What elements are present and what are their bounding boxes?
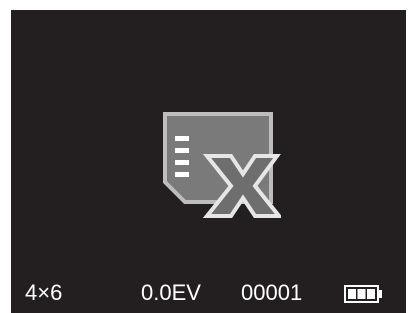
- card-pin: [175, 160, 189, 165]
- card-pin: [175, 172, 189, 177]
- camera-lcd-screen: 4×6 0.0EV 00001: [11, 10, 406, 313]
- frame-counter: 00001: [241, 280, 303, 305]
- card-pin: [175, 148, 189, 153]
- print-size-label: 4×6: [25, 280, 63, 305]
- status-bar: 4×6 0.0EV 00001: [11, 277, 406, 309]
- battery-bar: [367, 289, 375, 299]
- battery-full-icon: [344, 285, 382, 303]
- exposure-value: 0.0EV: [141, 280, 201, 305]
- card-error-icon: [163, 112, 281, 218]
- battery-bar: [357, 289, 366, 299]
- battery-bar: [348, 289, 356, 299]
- card-pin: [175, 136, 189, 141]
